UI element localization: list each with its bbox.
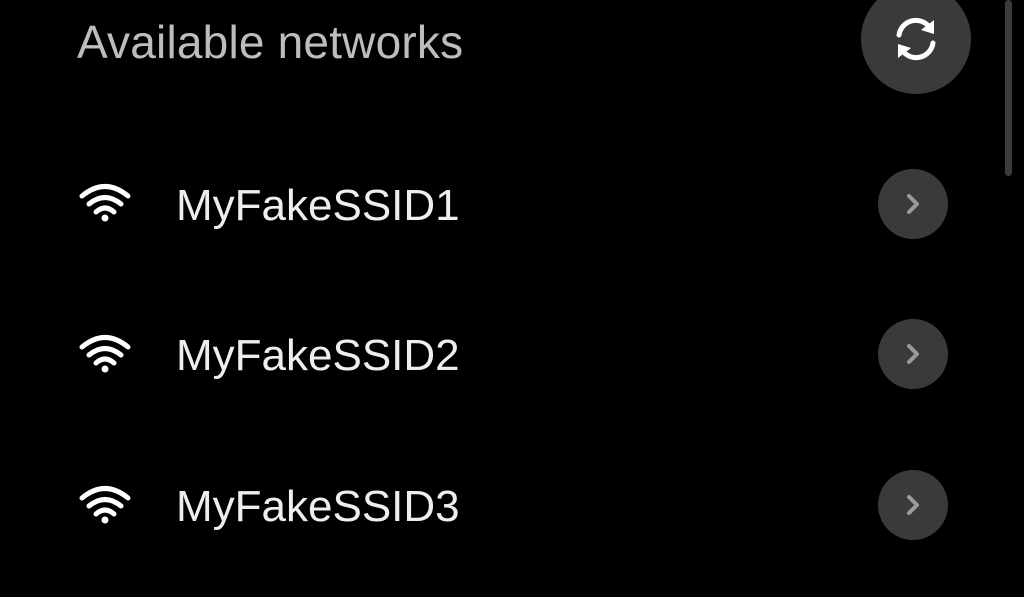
network-item-myfakessid3[interactable]: MyFakeSSID3 xyxy=(0,450,1000,560)
network-item-myfakessid2[interactable]: MyFakeSSID2 xyxy=(0,300,1000,410)
network-ssid: MyFakeSSID2 xyxy=(176,331,460,380)
wifi-signal-icon xyxy=(78,485,132,525)
network-list: MyFakeSSID1 MyFakeSSID2 MyFakeSSID3 xyxy=(0,0,1024,597)
network-ssid: MyFakeSSID1 xyxy=(176,181,460,230)
chevron-right-icon xyxy=(903,192,923,216)
network-details-button[interactable] xyxy=(878,319,948,389)
network-details-button[interactable] xyxy=(878,169,948,239)
network-ssid: MyFakeSSID3 xyxy=(176,482,460,531)
network-details-button[interactable] xyxy=(878,470,948,540)
chevron-right-icon xyxy=(903,342,923,366)
wifi-signal-icon xyxy=(78,334,132,374)
chevron-right-icon xyxy=(903,493,923,517)
wifi-signal-icon xyxy=(78,183,132,223)
network-item-myfakessid1[interactable]: MyFakeSSID1 xyxy=(0,150,1000,260)
